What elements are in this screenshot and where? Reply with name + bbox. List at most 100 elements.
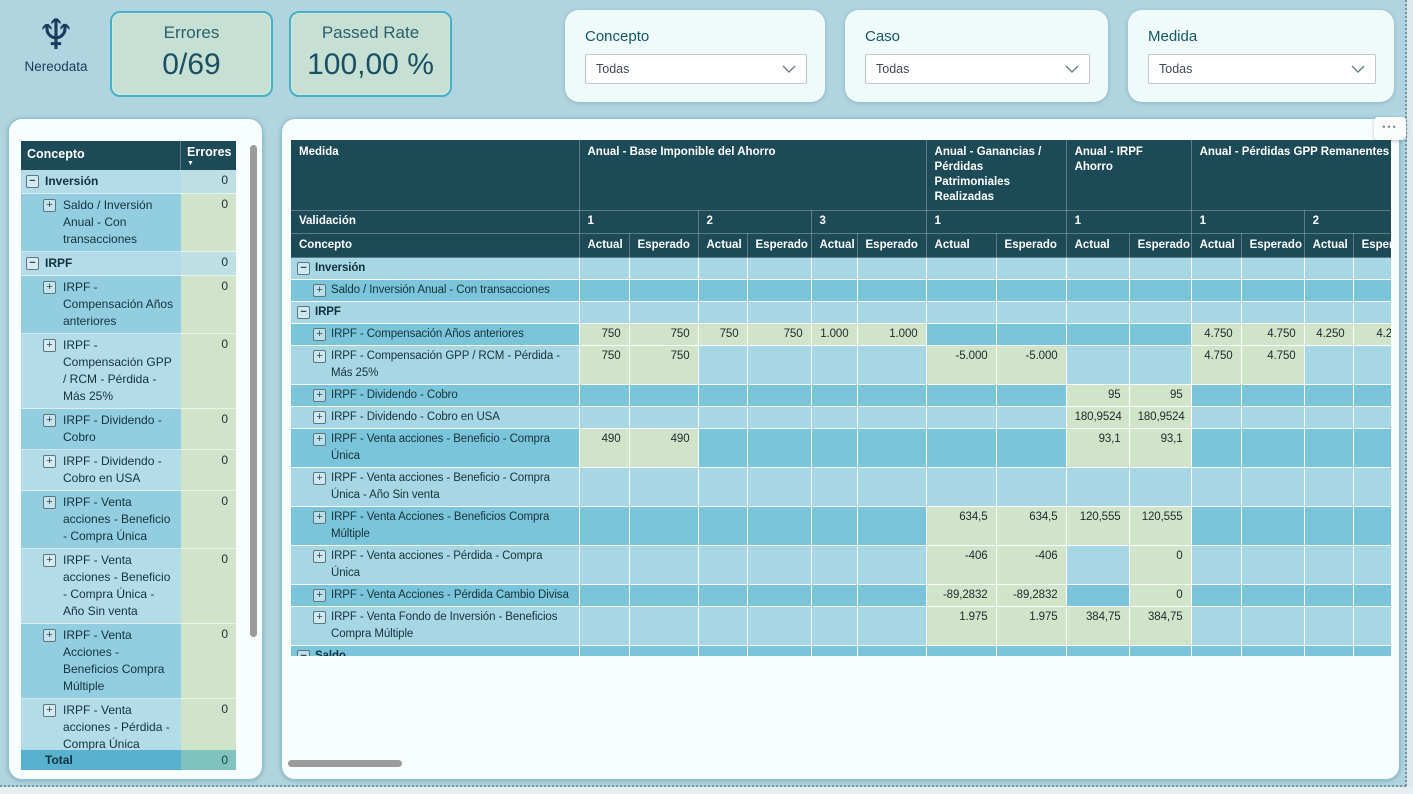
summary-leaf-row[interactable]: +IRPF - Venta acciones - Beneficio - Com… — [21, 491, 236, 549]
matrix-value-cell — [857, 302, 926, 324]
matrix-esperado-header[interactable]: Esperado — [1241, 234, 1304, 258]
matrix-value-cell — [926, 429, 996, 468]
vertical-scrollbar[interactable] — [250, 145, 257, 637]
matrix-esperado-header[interactable]: Esperado — [1353, 234, 1391, 258]
matrix-actual-header[interactable]: Actual — [698, 234, 747, 258]
collapse-icon[interactable]: − — [26, 257, 39, 270]
expand-icon[interactable]: + — [313, 389, 326, 402]
matrix-leaf-row[interactable]: +Saldo / Inversión Anual - Con transacci… — [291, 280, 1391, 302]
matrix-value-cell — [1191, 607, 1241, 646]
expand-icon[interactable]: + — [313, 472, 326, 485]
matrix-value-cell: 1.000 — [857, 324, 926, 346]
page-right-margin — [1407, 0, 1413, 794]
matrix-leaf-row[interactable]: +IRPF - Venta Fondo de Inversión - Benef… — [291, 607, 1391, 646]
matrix-actual-header[interactable]: Actual — [579, 234, 629, 258]
collapse-icon[interactable]: − — [297, 306, 310, 319]
summary-leaf-row[interactable]: +IRPF - Venta acciones - Beneficio - Com… — [21, 549, 236, 624]
summary-header-errores[interactable]: Errores▼ — [181, 141, 236, 170]
summary-leaf-row[interactable]: +IRPF - Compensación Años anteriores0 — [21, 276, 236, 334]
matrix-corner-medida[interactable]: Medida — [291, 140, 579, 211]
matrix-validation-header[interactable]: 2 — [1304, 211, 1391, 234]
matrix-esperado-header[interactable]: Esperado — [629, 234, 698, 258]
matrix-leaf-row[interactable]: +IRPF - Venta acciones - Pérdida - Compr… — [291, 546, 1391, 585]
matrix-measure-header[interactable]: Anual - Base Imponible del Ahorro — [579, 140, 926, 211]
summary-leaf-row[interactable]: +IRPF - Compensación GPP / RCM - Pérdida… — [21, 334, 236, 409]
matrix-leaf-row[interactable]: +IRPF - Dividendo - Cobro en USA180,9524… — [291, 407, 1391, 429]
expand-icon[interactable]: + — [313, 350, 326, 363]
summary-leaf-row[interactable]: +IRPF - Dividendo - Cobro0 — [21, 409, 236, 450]
matrix-value-cell — [857, 346, 926, 385]
matrix-validation-header[interactable]: 1 — [926, 211, 1066, 234]
expand-icon[interactable]: + — [43, 629, 56, 642]
filter-medida-dropdown[interactable]: Todas — [1148, 54, 1376, 84]
matrix-corner-validacion[interactable]: Validación — [291, 211, 579, 234]
summary-leaf-row[interactable]: +IRPF - Venta Acciones - Beneficios Comp… — [21, 624, 236, 699]
filter-concepto-dropdown[interactable]: Todas — [585, 54, 807, 84]
matrix-measure-header[interactable]: Anual - Pérdidas GPP Remanentes — [1191, 140, 1391, 211]
expand-icon[interactable]: + — [43, 704, 56, 717]
expand-icon[interactable]: + — [43, 496, 56, 509]
summary-leaf-row[interactable]: +Saldo / Inversión Anual - Con transacci… — [21, 194, 236, 252]
matrix-actual-header[interactable]: Actual — [926, 234, 996, 258]
expand-icon[interactable]: + — [313, 411, 326, 424]
expand-icon[interactable]: + — [313, 550, 326, 563]
matrix-leaf-row[interactable]: +IRPF - Venta Acciones - Pérdida Cambio … — [291, 585, 1391, 607]
more-options-icon[interactable]: ••• — [1374, 117, 1406, 140]
expand-icon[interactable]: + — [43, 199, 56, 212]
summary-total-row[interactable]: Total 0 — [21, 750, 236, 770]
summary-group-row[interactable]: −IRPF0 — [21, 252, 236, 276]
matrix-group-row[interactable]: −Inversión — [291, 258, 1391, 280]
matrix-group-row[interactable]: −Saldo — [291, 646, 1391, 657]
matrix-measure-header[interactable]: Anual - IRPF Ahorro — [1066, 140, 1191, 211]
expand-icon[interactable]: + — [313, 328, 326, 341]
matrix-validation-header[interactable]: 1 — [1191, 211, 1304, 234]
matrix-leaf-row[interactable]: +IRPF - Dividendo - Cobro9595 — [291, 385, 1391, 407]
matrix-validation-header[interactable]: 3 — [811, 211, 926, 234]
matrix-value-cell — [747, 258, 811, 280]
expand-icon[interactable]: + — [43, 339, 56, 352]
matrix-corner-concepto[interactable]: Concepto — [291, 234, 579, 258]
summary-group-row[interactable]: −Inversión0 — [21, 170, 236, 194]
matrix-leaf-row[interactable]: +IRPF - Venta Acciones - Beneficios Comp… — [291, 507, 1391, 546]
matrix-esperado-header[interactable]: Esperado — [996, 234, 1066, 258]
matrix-leaf-row[interactable]: +IRPF - Compensación Años anteriores7507… — [291, 324, 1391, 346]
matrix-value-cell: 750 — [579, 346, 629, 385]
matrix-esperado-header[interactable]: Esperado — [1129, 234, 1191, 258]
matrix-value-cell — [996, 324, 1066, 346]
matrix-leaf-row[interactable]: +IRPF - Compensación GPP / RCM - Pérdida… — [291, 346, 1391, 385]
collapse-icon[interactable]: − — [297, 262, 310, 275]
matrix-leaf-row[interactable]: +IRPF - Venta acciones - Beneficio - Com… — [291, 468, 1391, 507]
summary-header-concepto[interactable]: Concepto — [21, 141, 181, 170]
matrix-actual-header[interactable]: Actual — [1304, 234, 1353, 258]
expand-icon[interactable]: + — [313, 433, 326, 446]
matrix-esperado-header[interactable]: Esperado — [747, 234, 811, 258]
expand-icon[interactable]: + — [43, 281, 56, 294]
expand-icon[interactable]: + — [43, 414, 56, 427]
matrix-leaf-row[interactable]: +IRPF - Venta acciones - Beneficio - Com… — [291, 429, 1391, 468]
matrix-value-cell — [629, 468, 698, 507]
horizontal-scrollbar[interactable] — [288, 760, 402, 767]
collapse-icon[interactable]: − — [26, 175, 39, 188]
filter-caso-dropdown[interactable]: Todas — [865, 54, 1090, 84]
expand-icon[interactable]: + — [313, 611, 326, 624]
matrix-esperado-header[interactable]: Esperado — [857, 234, 926, 258]
expand-icon[interactable]: + — [43, 455, 56, 468]
summary-leaf-row[interactable]: +IRPF - Venta acciones - Pérdida - Compr… — [21, 699, 236, 750]
matrix-value-cell — [1304, 280, 1353, 302]
matrix-value-cell — [698, 507, 747, 546]
expand-icon[interactable]: + — [43, 554, 56, 567]
matrix-actual-header[interactable]: Actual — [811, 234, 857, 258]
matrix-measure-header[interactable]: Anual - Ganancias / Pérdidas Patrimonial… — [926, 140, 1066, 211]
expand-icon[interactable]: + — [313, 511, 326, 524]
expand-icon[interactable]: + — [313, 589, 326, 602]
matrix-actual-header[interactable]: Actual — [1191, 234, 1241, 258]
collapse-icon[interactable]: − — [297, 650, 310, 656]
matrix-group-row[interactable]: −IRPF — [291, 302, 1391, 324]
matrix-validation-header[interactable]: 1 — [579, 211, 698, 234]
matrix-validation-header[interactable]: 2 — [698, 211, 811, 234]
matrix-value-cell: 4.750 — [1241, 324, 1304, 346]
expand-icon[interactable]: + — [313, 284, 326, 297]
matrix-validation-header[interactable]: 1 — [1066, 211, 1191, 234]
matrix-actual-header[interactable]: Actual — [1066, 234, 1129, 258]
summary-leaf-row[interactable]: +IRPF - Dividendo - Cobro en USA0 — [21, 450, 236, 491]
